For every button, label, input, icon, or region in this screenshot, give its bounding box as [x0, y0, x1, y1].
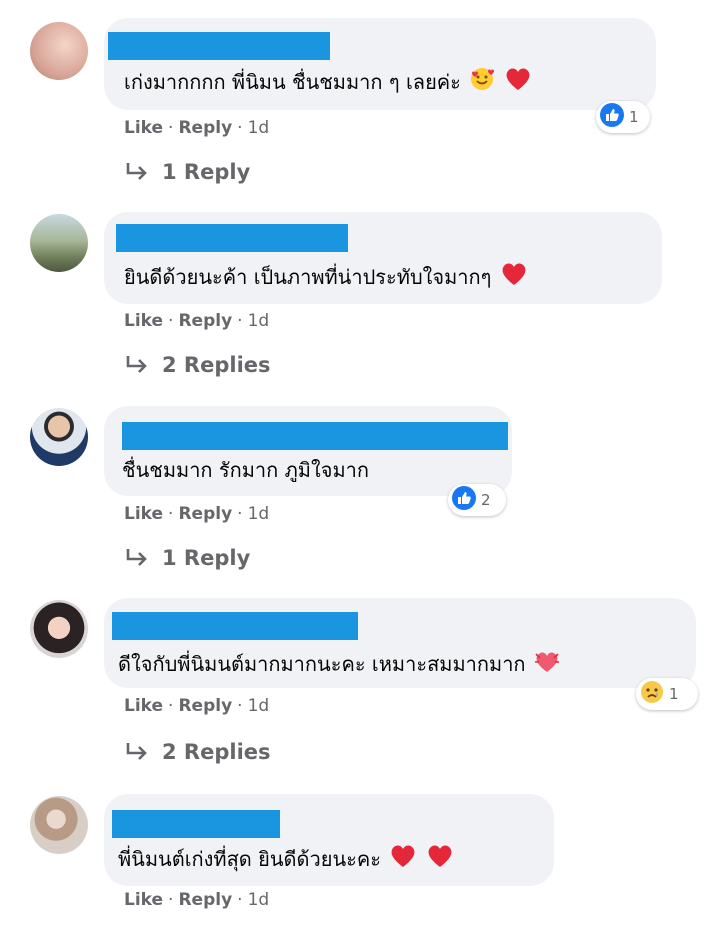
like-link[interactable]: Like [124, 504, 163, 524]
redacted-author-name[interactable] [112, 612, 358, 640]
comment-text: ดีใจกับพี่นิมนต์มากมากนะคะ เหมาะสมมากมาก [118, 648, 560, 680]
sad-face-icon [640, 680, 664, 708]
reply-arrow-icon [126, 356, 147, 373]
view-replies-link[interactable]: 2 Replies [124, 353, 271, 377]
comment-actions: Like · Reply · 1d [124, 696, 269, 716]
timestamp[interactable]: 1d [248, 504, 270, 524]
avatar[interactable] [30, 796, 88, 854]
comment-bubble: เก่งมากกกก พี่นิมน ชื่นชมมาก ๆ เลยค่ะ [104, 18, 656, 110]
replies-count-label: 2 Replies [162, 740, 271, 764]
comment-actions: Like · Reply · 1d [124, 890, 269, 910]
separator: · [237, 696, 243, 716]
avatar[interactable] [30, 408, 88, 466]
comment-text: ยินดีด้วยนะค้า เป็นภาพที่น่าประทับใจมากๆ [124, 261, 528, 293]
reply-arrow-icon [126, 743, 147, 760]
separator: · [168, 890, 174, 910]
like-link[interactable]: Like [124, 311, 163, 331]
comment-actions: Like · Reply · 1d [124, 311, 269, 331]
comment-bubble: พี่นิมนต์เก่งที่สุด ยินดีด้วยนะคะ [104, 794, 554, 886]
replies-count-label: 1 Reply [162, 546, 251, 570]
reply-link[interactable]: Reply [178, 890, 232, 910]
separator: · [168, 311, 174, 331]
comment-text-content: ชื่นชมมาก รักมาก ภูมิใจมาก [122, 458, 369, 482]
redacted-author-name[interactable] [108, 32, 330, 60]
timestamp[interactable]: 1d [248, 311, 270, 331]
separator: · [237, 311, 243, 331]
replies-count-label: 1 Reply [162, 160, 251, 184]
comment-bubble: ยินดีด้วยนะค้า เป็นภาพที่น่าประทับใจมากๆ [104, 212, 662, 304]
timestamp[interactable]: 1d [248, 890, 270, 910]
separator: · [168, 504, 174, 524]
like-link[interactable]: Like [124, 696, 163, 716]
separator: · [237, 118, 243, 138]
separator: · [237, 890, 243, 910]
comment-text-content: ดีใจกับพี่นิมนต์มากมากนะคะ เหมาะสมมากมาก [118, 652, 526, 676]
reply-link[interactable]: Reply [178, 696, 232, 716]
reaction-count: 2 [481, 491, 491, 509]
comment-text: เก่งมากกกก พี่นิมน ชื่นชมมาก ๆ เลยค่ะ [124, 66, 532, 98]
timestamp[interactable]: 1d [248, 696, 270, 716]
avatar[interactable] [30, 22, 88, 80]
comment-actions: Like · Reply · 1d [124, 504, 269, 524]
comment-bubble: ดีใจกับพี่นิมนต์มากมากนะคะ เหมาะสมมากมาก [104, 598, 696, 688]
avatar[interactable] [30, 600, 88, 658]
timestamp[interactable]: 1d [248, 118, 270, 138]
like-link[interactable]: Like [124, 118, 163, 138]
comment-text: ชื่นชมมาก รักมาก ภูมิใจมาก [122, 454, 369, 486]
comment-text: พี่นิมนต์เก่งที่สุด ยินดีด้วยนะคะ [118, 843, 454, 875]
reply-link[interactable]: Reply [178, 311, 232, 331]
reply-arrow-icon [126, 163, 147, 180]
view-replies-link[interactable]: 2 Replies [124, 740, 271, 764]
red-heart-icon [426, 843, 454, 874]
reaction-count: 1 [669, 685, 679, 703]
replies-count-label: 2 Replies [162, 353, 271, 377]
reply-link[interactable]: Reply [178, 118, 232, 138]
red-heart-icon [504, 66, 532, 97]
comment-actions: Like · Reply · 1d [124, 118, 269, 138]
reaction-count: 1 [629, 108, 639, 126]
reaction-badge[interactable]: 1 [596, 101, 650, 133]
reaction-badge[interactable]: 2 [448, 484, 506, 516]
separator: · [168, 696, 174, 716]
like-link[interactable]: Like [124, 890, 163, 910]
view-replies-link[interactable]: 1 Reply [124, 160, 250, 184]
reply-arrow-icon [126, 549, 147, 566]
heart-with-ribbon-icon [534, 650, 560, 679]
reply-link[interactable]: Reply [178, 504, 232, 524]
like-icon [452, 486, 476, 514]
view-replies-link[interactable]: 1 Reply [124, 546, 250, 570]
comment-text-content: พี่นิมนต์เก่งที่สุด ยินดีด้วยนะคะ [118, 847, 381, 871]
redacted-author-name[interactable] [122, 422, 508, 450]
red-heart-icon [389, 843, 417, 874]
comment-bubble: ชื่นชมมาก รักมาก ภูมิใจมาก [104, 406, 512, 496]
smiling-face-with-hearts-icon [469, 66, 495, 97]
separator: · [168, 118, 174, 138]
comment-text-content: ยินดีด้วยนะค้า เป็นภาพที่น่าประทับใจมากๆ [124, 265, 492, 289]
reaction-badge[interactable]: 1 [636, 678, 698, 710]
red-heart-icon [500, 261, 528, 292]
comment-text-content: เก่งมากกกก พี่นิมน ชื่นชมมาก ๆ เลยค่ะ [124, 70, 461, 94]
like-icon [600, 103, 624, 131]
redacted-author-name[interactable] [116, 224, 348, 252]
redacted-author-name[interactable] [112, 810, 280, 838]
avatar[interactable] [30, 214, 88, 272]
separator: · [237, 504, 243, 524]
